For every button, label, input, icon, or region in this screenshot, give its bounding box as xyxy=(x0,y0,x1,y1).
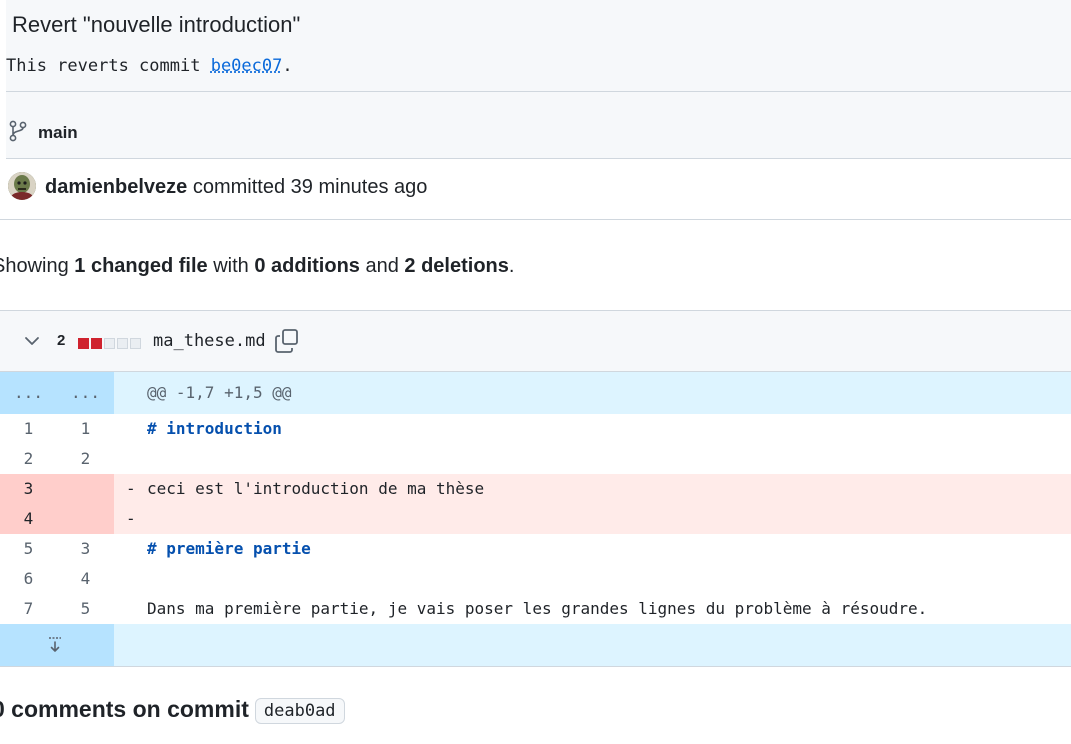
avatar-image-icon xyxy=(8,172,36,200)
branch-name[interactable]: main xyxy=(38,123,78,143)
commit-description-suffix: . xyxy=(282,56,293,76)
diffstat-square xyxy=(78,338,89,349)
new-line-number[interactable]: 4 xyxy=(57,564,114,594)
old-line-number[interactable]: 5 xyxy=(0,534,57,564)
author-name[interactable]: damienbelveze xyxy=(45,176,187,198)
code-line: Dans ma première partie, je vais poser l… xyxy=(147,599,928,618)
git-branch-icon xyxy=(9,120,27,142)
diffstat-bar xyxy=(78,336,143,354)
commit-sha-badge[interactable]: deab0ad xyxy=(254,697,345,724)
expand-down-icon xyxy=(49,637,61,652)
commit-header: Revert "nouvelle introduction" This reve… xyxy=(6,0,1071,219)
hunk-header-row: ... ... @@ -1,7 +1,5 @@ xyxy=(0,372,1071,414)
diffstat-square xyxy=(130,338,141,349)
summary-prefix: Showing xyxy=(0,255,75,277)
diff-line-deleted: 4- xyxy=(0,504,1071,534)
chevron-down-icon[interactable] xyxy=(24,333,40,349)
old-line-number[interactable]: 7 xyxy=(0,594,57,624)
new-line-number[interactable]: 5 xyxy=(57,594,114,624)
additions-count: 0 additions xyxy=(254,255,360,277)
new-line-number[interactable] xyxy=(57,474,114,504)
diffstat-square xyxy=(91,338,102,349)
file-change-count: 2 xyxy=(57,332,66,349)
branch-row: main xyxy=(6,92,1071,158)
diffstat-square xyxy=(104,338,115,349)
diff-sign: - xyxy=(126,479,136,498)
author-row: damienbelveze committed 39 minutes ago xyxy=(6,159,1071,219)
old-line-number[interactable]: 6 xyxy=(0,564,57,594)
comments-count-text: 0 comments on commit xyxy=(0,696,249,722)
summary-and: and xyxy=(359,255,405,277)
commit-title: Revert "nouvelle introduction" xyxy=(12,12,301,37)
code-line: # introduction xyxy=(147,419,282,438)
copy-icon[interactable] xyxy=(274,328,300,354)
old-line-number[interactable]: 4 xyxy=(0,504,57,534)
expand-row xyxy=(0,624,1071,666)
commit-description-prefix: This reverts commit xyxy=(6,56,211,76)
comments-heading: 0 comments on commit deab0ad xyxy=(0,696,345,724)
new-line-number[interactable]: 2 xyxy=(57,444,114,474)
diff-sign: - xyxy=(126,509,136,528)
summary-with: with xyxy=(207,255,255,277)
old-line-number[interactable]: 1 xyxy=(0,414,57,444)
diff-line-deleted: 3 - ceci est l'introduction de ma thèse xyxy=(0,474,1071,504)
new-line-number[interactable] xyxy=(57,504,114,534)
diff-line-context: 1 1 # introduction xyxy=(0,414,1071,444)
divider xyxy=(0,219,1071,220)
avatar[interactable] xyxy=(8,172,36,200)
file-name[interactable]: ma_these.md xyxy=(153,331,266,351)
deletions-count: 2 deletions xyxy=(404,255,509,277)
old-line-number[interactable]: 2 xyxy=(0,444,57,474)
diff-line-context: 7 5 Dans ma première partie, je vais poser… xyxy=(0,594,1071,624)
code-line: ceci est l'introduction de ma thèse xyxy=(147,479,485,498)
diff-summary: Showing 1 changed file with 0 additions … xyxy=(0,255,514,278)
summary-end: . xyxy=(508,255,515,277)
commit-description: This reverts commit be0ec07. xyxy=(6,56,293,76)
code-line: # première partie xyxy=(147,539,311,558)
file-diff: 2 ma_these.md ... ... @@ -1,7 +1,5 @@ 11… xyxy=(0,310,1071,667)
changed-files-count[interactable]: 1 changed file xyxy=(74,255,207,277)
file-header: 2 ma_these.md xyxy=(0,311,1071,372)
hunk-expand-new[interactable]: ... xyxy=(57,372,114,414)
expand-down-button[interactable] xyxy=(0,624,114,666)
author-line: damienbelveze committed 39 minutes ago xyxy=(45,176,427,199)
diffstat-square xyxy=(117,338,128,349)
new-line-number[interactable]: 1 xyxy=(57,414,114,444)
diff-line-context: 5 3 # première partie xyxy=(0,534,1071,564)
commit-time: committed 39 minutes ago xyxy=(187,176,428,198)
diff-line-context: 64 xyxy=(0,564,1071,594)
hunk-header: @@ -1,7 +1,5 @@ xyxy=(147,383,292,402)
reverted-commit-link[interactable]: be0ec07 xyxy=(211,56,283,76)
hunk-expand-old[interactable]: ... xyxy=(0,372,57,414)
old-line-number[interactable]: 3 xyxy=(0,474,57,504)
new-line-number[interactable]: 3 xyxy=(57,534,114,564)
diff-line-context: 22 xyxy=(0,444,1071,474)
